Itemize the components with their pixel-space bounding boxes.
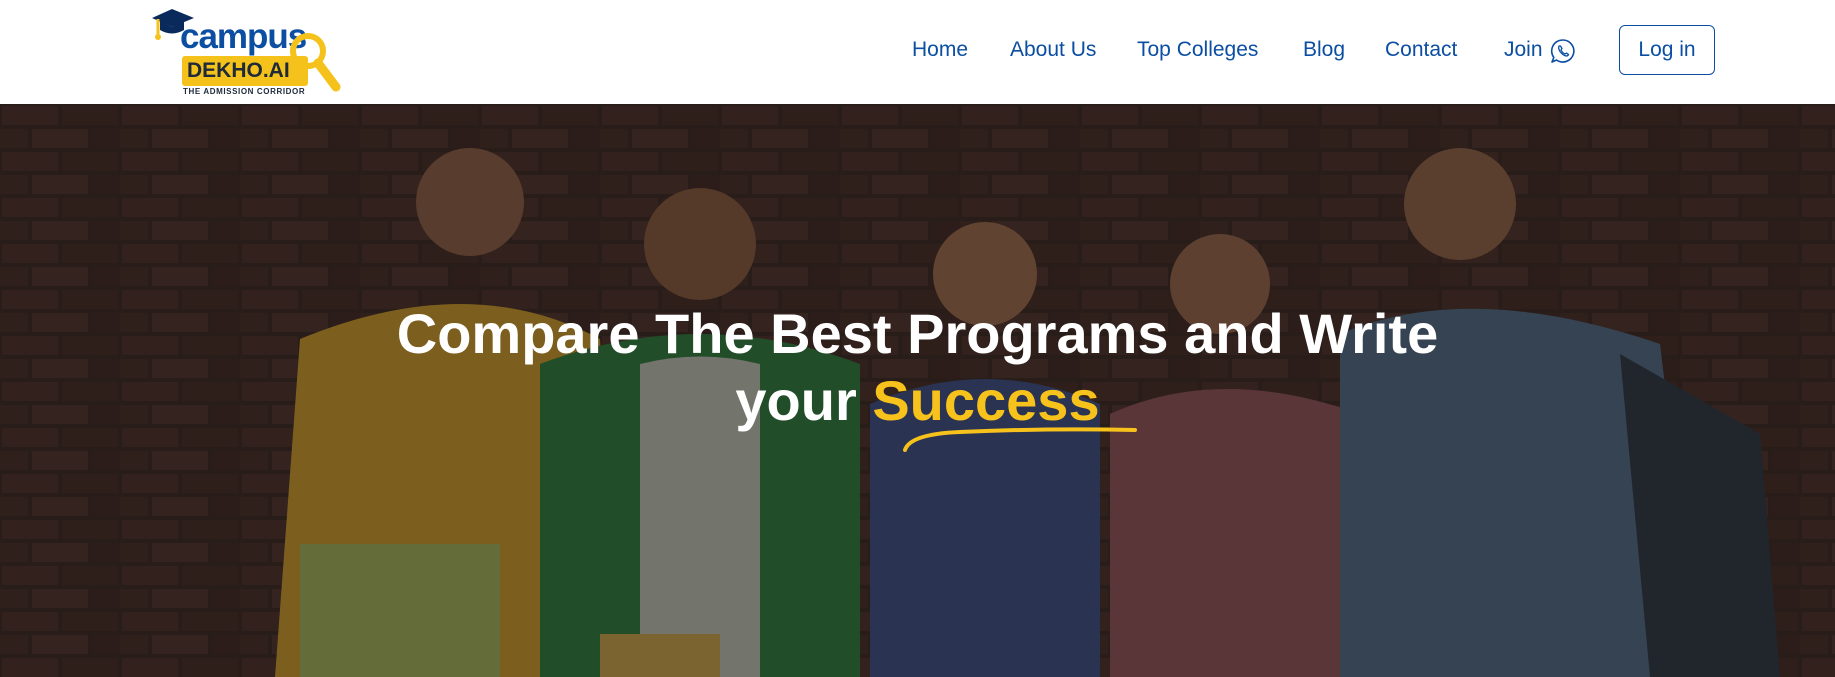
hero-section: Compare The Best Programs and Write your…: [0, 104, 1835, 677]
hero-heading-accent: Success: [872, 369, 1100, 432]
nav-blog[interactable]: Blog: [1303, 37, 1345, 63]
nav-contact[interactable]: Contact: [1385, 37, 1457, 63]
brand-logo[interactable]: campus DEKHO.AI THE ADMISSION CORRIDOR: [150, 6, 350, 98]
logo-badge-text: DEKHO.AI: [187, 59, 290, 82]
site-header: campus DEKHO.AI THE ADMISSION CORRIDOR H…: [0, 0, 1835, 104]
logo-tagline: THE ADMISSION CORRIDOR: [183, 87, 306, 96]
nav-top-colleges[interactable]: Top Colleges: [1137, 37, 1258, 63]
login-button[interactable]: Log in: [1619, 25, 1715, 75]
whatsapp-icon[interactable]: [1550, 38, 1576, 64]
nav-about-us[interactable]: About Us: [1010, 37, 1096, 63]
hero-heading-prefix: your: [735, 369, 857, 432]
underline-swoosh-icon: [903, 427, 1137, 452]
nav-home[interactable]: Home: [912, 37, 968, 63]
nav-join[interactable]: Join: [1504, 37, 1543, 63]
logo-wordmark: campus: [180, 17, 307, 56]
hero-heading-line1: Compare The Best Programs and Write: [396, 302, 1439, 365]
hero-heading: Compare The Best Programs and Write your…: [0, 300, 1835, 434]
